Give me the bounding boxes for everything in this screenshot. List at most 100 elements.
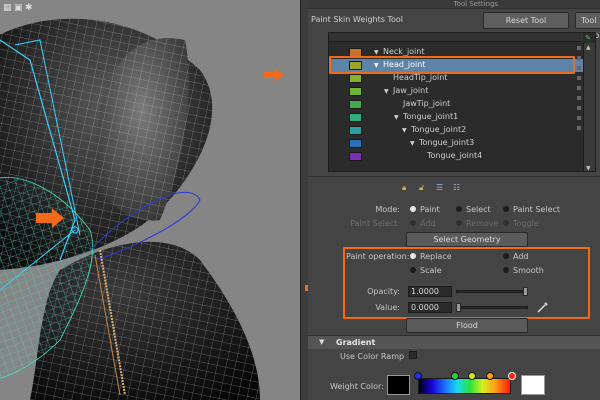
ramp-color-stop[interactable] — [486, 372, 494, 380]
ramp-color-stop[interactable] — [468, 372, 476, 380]
mode-option-label[interactable]: Paint Select — [513, 205, 560, 214]
joint-color-swatch[interactable] — [349, 100, 362, 109]
paint-select-option-label[interactable]: Add — [420, 219, 436, 228]
mode-label: Mode: — [375, 205, 401, 214]
mode-select-radio[interactable] — [456, 206, 462, 212]
unlock-icon[interactable]: 🔓︎ — [419, 183, 428, 192]
lock-icon[interactable]: 🔒︎ — [402, 183, 411, 192]
mode-option-label[interactable]: Paint — [420, 205, 440, 214]
joint-row[interactable]: Tongue_joint4 — [329, 150, 583, 163]
weight-color-label: Weight Color: — [330, 382, 384, 391]
joint-color-swatch[interactable] — [349, 126, 362, 135]
replace-radio[interactable] — [410, 253, 416, 259]
joint-name: Neck_joint — [383, 47, 425, 56]
paint-select-option-label[interactable]: Remove — [466, 219, 498, 228]
add-radio[interactable] — [503, 253, 509, 259]
influence-filter-field[interactable] — [329, 33, 583, 42]
joint-row[interactable]: JawTip_joint — [329, 98, 583, 111]
filter-list-icon[interactable]: ☷ — [453, 183, 462, 192]
paint-operation-option-label[interactable]: Add — [513, 252, 529, 261]
scroll-down-icon[interactable]: ▼ — [586, 165, 591, 171]
collapse-triangle-icon[interactable]: ▼ — [319, 338, 324, 346]
sort-list-icon[interactable]: ☰ — [436, 183, 445, 192]
gradient-section-title: Gradient — [336, 338, 376, 347]
selected-joint-highlight — [329, 56, 575, 74]
joint-color-swatch[interactable] — [349, 87, 362, 96]
image-icon[interactable]: ▣ — [14, 4, 23, 13]
expand-triangle-icon[interactable]: ▼ — [374, 49, 379, 56]
joint-color-swatch[interactable] — [349, 139, 362, 148]
joint-lock-icon[interactable] — [337, 87, 347, 96]
joint-row[interactable]: Tongue_joint1 ▼ — [329, 111, 583, 124]
value-slider-handle[interactable] — [456, 303, 461, 312]
opacity-label: Opacity: — [367, 287, 400, 296]
joint-lock-icon[interactable] — [337, 100, 347, 109]
tool-header: Paint Skin Weights Tool Reset Tool Tool … — [308, 9, 600, 40]
scale-radio[interactable] — [410, 267, 416, 273]
joint-lock-icon[interactable] — [337, 139, 347, 148]
weight-color-min-swatch[interactable] — [387, 375, 410, 395]
paint-operation-option-label[interactable]: Replace — [420, 252, 452, 261]
weight-color-max-swatch[interactable] — [521, 375, 545, 395]
opacity-slider[interactable] — [456, 290, 528, 293]
expand-triangle-icon[interactable]: ▼ — [394, 114, 399, 121]
joint-row[interactable]: Jaw_joint ▼ — [329, 85, 583, 98]
joint-color-swatch[interactable] — [349, 113, 362, 122]
joint-color-swatch[interactable] — [349, 74, 362, 83]
gradient-section-header[interactable]: ▼ Gradient — [308, 335, 600, 349]
value-field[interactable]: 0.0000 — [408, 302, 452, 313]
joint-lock-icon[interactable] — [337, 74, 347, 83]
paint-select-label: Paint Select: — [350, 219, 400, 228]
viewport-divider[interactable] — [300, 0, 308, 400]
ramp-color-stop[interactable] — [451, 372, 459, 380]
joint-lock-icon[interactable] — [337, 126, 347, 135]
mode-paint-select-radio[interactable] — [503, 206, 509, 212]
tool-name: Paint Skin Weights Tool — [311, 15, 404, 24]
flood-button[interactable]: Flood — [406, 318, 528, 333]
expand-triangle-icon[interactable]: ▼ — [384, 88, 389, 95]
separator — [308, 176, 600, 177]
viewport-toolbar: ▦ ▣ ✱ — [0, 0, 60, 18]
joint-row[interactable]: Tongue_joint3 ▼ — [329, 137, 583, 150]
ramp-color-stop[interactable] — [508, 372, 516, 380]
joint-lock-icon[interactable] — [337, 113, 347, 122]
eyedropper-icon[interactable] — [536, 300, 550, 314]
select-geometry-button[interactable]: Select Geometry — [406, 232, 528, 247]
influence-list[interactable]: ✎ ▲ ▼ Neck_joint ▼ Head_joint ▼ HeadTip_join… — [328, 32, 596, 172]
pin-icon[interactable]: ✎ — [585, 34, 591, 42]
paint-select-option-label[interactable]: Toggle — [513, 219, 539, 228]
opacity-field[interactable]: 1.0000 — [408, 286, 452, 297]
mode-paint-radio[interactable] — [410, 206, 416, 212]
expand-triangle-icon[interactable]: ▼ — [410, 140, 415, 147]
scroll-up-icon[interactable]: ▲ — [586, 44, 591, 51]
share-icon[interactable]: ✱ — [25, 4, 34, 13]
opacity-slider-handle[interactable] — [523, 287, 528, 296]
influence-column-markers — [574, 40, 584, 165]
use-color-ramp-label: Use Color Ramp — [340, 352, 405, 361]
joint-name: JawTip_joint — [403, 99, 451, 108]
joint-row[interactable]: Tongue_joint2 ▼ — [329, 124, 583, 137]
paint-select-add-radio[interactable] — [410, 220, 416, 226]
paint-operation-option-label[interactable]: Scale — [420, 266, 442, 275]
joint-lock-icon[interactable] — [337, 152, 347, 161]
smooth-radio[interactable] — [503, 267, 509, 273]
paint-select-toggle-radio[interactable] — [503, 220, 509, 226]
value-slider[interactable] — [456, 306, 528, 309]
tool-help-button[interactable]: Tool Help — [575, 12, 600, 40]
joint-name: Jaw_joint — [393, 86, 429, 95]
influence-list-scrollbar[interactable]: ▲ ▼ — [583, 43, 595, 171]
mode-option-label[interactable]: Select — [466, 205, 491, 214]
paint-operation-option-label[interactable]: Smooth — [513, 266, 544, 275]
weight-color-ramp[interactable] — [418, 378, 511, 394]
joint-color-swatch[interactable] — [349, 152, 362, 161]
expand-triangle-icon[interactable]: ▼ — [402, 127, 407, 134]
joint-name: Tongue_joint1 — [403, 112, 459, 121]
use-color-ramp-checkbox[interactable] — [409, 351, 417, 359]
ramp-color-stop[interactable] — [414, 372, 422, 380]
reset-tool-button[interactable]: Reset Tool — [483, 12, 569, 29]
grid-icon[interactable]: ▦ — [3, 4, 12, 13]
joint-name: Tongue_joint4 — [427, 151, 483, 160]
paint-select-remove-radio[interactable] — [456, 220, 462, 226]
3d-viewport[interactable]: ▦ ▣ ✱ — [0, 0, 300, 400]
influence-tools: 🔒︎ 🔓︎ ☰ ☷ — [402, 183, 462, 192]
